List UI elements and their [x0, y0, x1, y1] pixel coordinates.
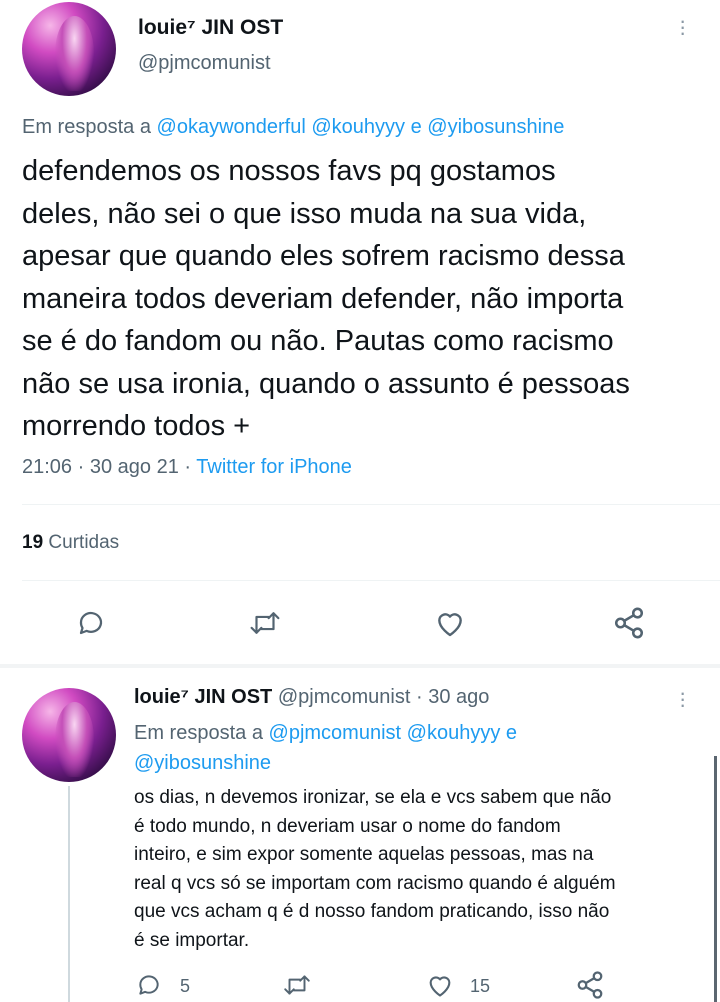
mention-link[interactable]: @kouhyyy — [311, 116, 405, 138]
display-name[interactable]: louie⁷ JIN OST — [134, 686, 272, 708]
like-count: 15 — [470, 976, 491, 996]
likes-label: Curtidas — [48, 532, 120, 553]
avatar[interactable] — [22, 688, 116, 782]
reply-prefix: Em resposta a — [22, 116, 151, 138]
handle[interactable]: @pjmcomunist — [138, 52, 271, 75]
tweet-text-line: deles, não sei o que isso muda na sua vi… — [22, 197, 587, 230]
likes-stat[interactable]: 19 Curtidas — [22, 532, 119, 554]
tweet-text-line: defendemos os nossos favs pq gostamos — [22, 155, 556, 187]
tweet-date[interactable]: 30 ago — [428, 686, 489, 708]
tweet-text-line: inteiro, e sim expor somente aquelas pes… — [134, 844, 594, 865]
mention-link[interactable]: @okaywonderful — [157, 116, 306, 138]
tweet-text: os dias, n devemos ironizar, se ela e vc… — [134, 784, 616, 955]
share-icon[interactable] — [612, 606, 646, 640]
tweet-text-line: maneira todos deveriam defender, não imp… — [22, 282, 624, 315]
tweet-time[interactable]: 21:06 — [22, 456, 72, 478]
mention-link[interactable]: @yibosunshine — [427, 116, 564, 138]
tweet-date[interactable]: 30 ago 21 — [90, 456, 179, 478]
reply-context: Em resposta a @okaywonderful @kouhyyy e … — [22, 116, 564, 139]
reply-context: Em resposta a @pjmcomunist @kouhyyy e @y… — [134, 718, 574, 778]
tweet-text-line: se é do fandom ou não. Pautas como racis… — [22, 325, 614, 357]
tweet-text: defendemos os nossos favs pq gostamos de… — [22, 150, 630, 448]
tweet-text-line: é todo mundo, n deveriam usar o nome do … — [134, 815, 561, 837]
mention-conjunction: e — [410, 116, 422, 138]
tweet-text-line: não se usa ironia, quando o assunto é pe… — [22, 367, 630, 400]
mention-link[interactable]: @kouhyyy — [407, 722, 501, 744]
tweet-text-line: morrendo todos + — [22, 410, 251, 442]
reply-header: louie⁷ JIN OST @pjmcomunist · 30 ago — [134, 686, 490, 708]
reply-prefix: Em resposta a — [134, 722, 263, 744]
tweet-source[interactable]: Twitter for iPhone — [196, 456, 352, 478]
tweet-text-line: os dias, n devemos ironizar, se ela e vc… — [134, 787, 612, 808]
tweet-meta: 21:06 · 30 ago 21 · Twitter for iPhone — [22, 456, 352, 478]
retweet-icon[interactable] — [282, 972, 312, 998]
section-separator — [0, 664, 720, 668]
retweet-icon[interactable] — [248, 608, 282, 638]
thread-line — [68, 786, 70, 1002]
likes-count: 19 — [22, 532, 44, 553]
mention-link[interactable]: @yibosunshine — [134, 752, 271, 774]
reply-icon[interactable] — [76, 608, 106, 638]
tweet-text-line: é se importar. — [134, 929, 250, 951]
avatar[interactable] — [22, 2, 116, 96]
reply-count: 5 — [180, 976, 191, 996]
mention-link[interactable]: @pjmcomunist — [269, 722, 402, 744]
reply-icon[interactable] — [136, 972, 162, 998]
handle[interactable]: @pjmcomunist — [278, 686, 411, 708]
more-options-icon[interactable]: · · · — [679, 10, 686, 44]
divider — [22, 504, 720, 505]
like-icon[interactable] — [434, 608, 466, 638]
divider — [22, 580, 720, 581]
display-name[interactable]: louie⁷ JIN OST — [138, 16, 283, 40]
more-options-icon[interactable]: · · · — [679, 682, 686, 716]
scrollbar[interactable] — [714, 756, 717, 1002]
tweet-text-line: que vcs acham q é d nosso fandom pratica… — [134, 901, 610, 922]
tweet-text-line: apesar que quando eles sofrem racismo de… — [22, 240, 625, 272]
like-icon[interactable] — [426, 972, 454, 998]
share-icon[interactable] — [575, 970, 605, 1000]
mention-conjunction: e — [505, 722, 517, 744]
tweet-text-line: real q vcs só se importam com racismo qu… — [134, 872, 616, 894]
